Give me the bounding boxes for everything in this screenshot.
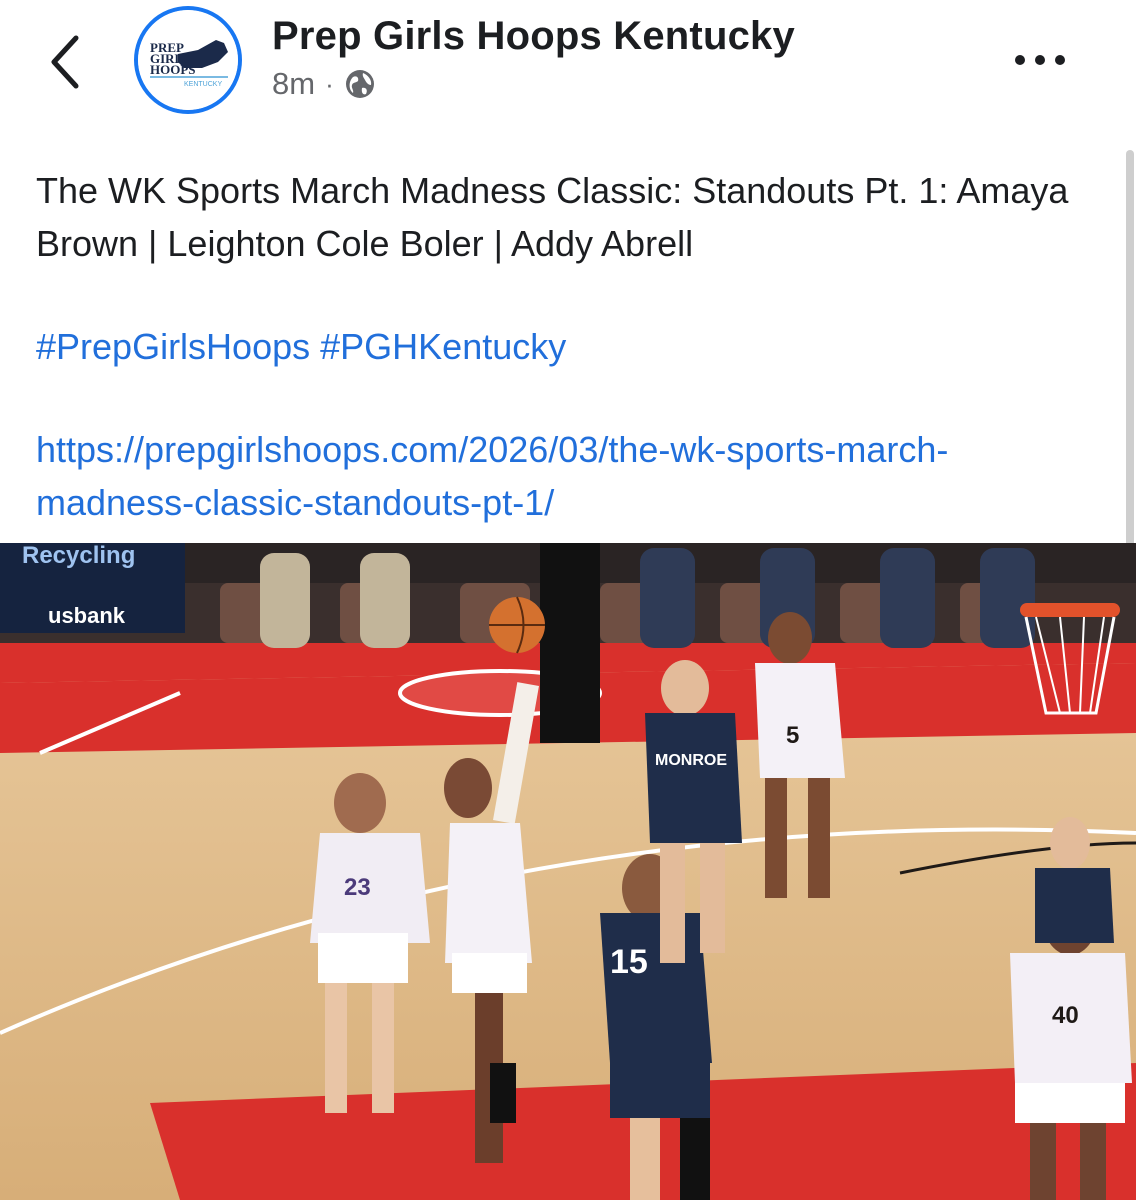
basketball-game-photo: Recycling usbank 23 15 MONROE 5 40 xyxy=(0,543,1136,1200)
article-link-line: https://prepgirlshoops.com/2026/03/the-w… xyxy=(36,423,1106,529)
post-meta: 8m · xyxy=(272,66,376,102)
prep-girls-hoops-logo: PREP GIRLS HOOPS KENTUCKY xyxy=(138,10,238,110)
article-link[interactable]: https://prepgirlshoops.com/2026/03/the-w… xyxy=(36,429,948,523)
timestamp[interactable]: 8m xyxy=(272,66,315,102)
more-horizontal-icon xyxy=(1015,55,1065,65)
hashtags: #PrepGirlsHoops #PGHKentucky xyxy=(36,320,1106,373)
chevron-left-icon xyxy=(51,35,79,89)
bank-sign-text: usbank xyxy=(48,603,126,628)
meta-separator: · xyxy=(325,68,334,99)
arena-sign-text: Recycling xyxy=(22,543,135,569)
post-body: The WK Sports March Madness Classic: Sta… xyxy=(36,164,1106,529)
post-photo[interactable]: Recycling usbank 23 15 MONROE 5 40 xyxy=(0,543,1136,1200)
team-text: MONROE xyxy=(655,752,727,769)
jersey-15: 15 xyxy=(610,943,648,981)
back-button[interactable] xyxy=(38,30,98,94)
hashtag-pghkentucky[interactable]: #PGHKentucky xyxy=(320,326,566,367)
post-header: PREP GIRLS HOOPS KENTUCKY Prep Girls Hoo… xyxy=(0,0,1136,140)
jersey-5: 5 xyxy=(786,722,799,749)
page-name[interactable]: Prep Girls Hoops Kentucky xyxy=(272,14,795,59)
more-options-button[interactable] xyxy=(1010,44,1070,76)
hashtag-prepgirlshoops[interactable]: #PrepGirlsHoops xyxy=(36,326,310,367)
post-text: The WK Sports March Madness Classic: Sta… xyxy=(36,170,1069,264)
logo-sub: KENTUCKY xyxy=(184,81,222,88)
logo-line-3: HOOPS xyxy=(150,62,196,77)
page-avatar[interactable]: PREP GIRLS HOOPS KENTUCKY xyxy=(134,6,242,114)
jersey-40: 40 xyxy=(1052,1002,1079,1029)
globe-icon xyxy=(345,70,374,98)
jersey-23: 23 xyxy=(344,874,371,901)
